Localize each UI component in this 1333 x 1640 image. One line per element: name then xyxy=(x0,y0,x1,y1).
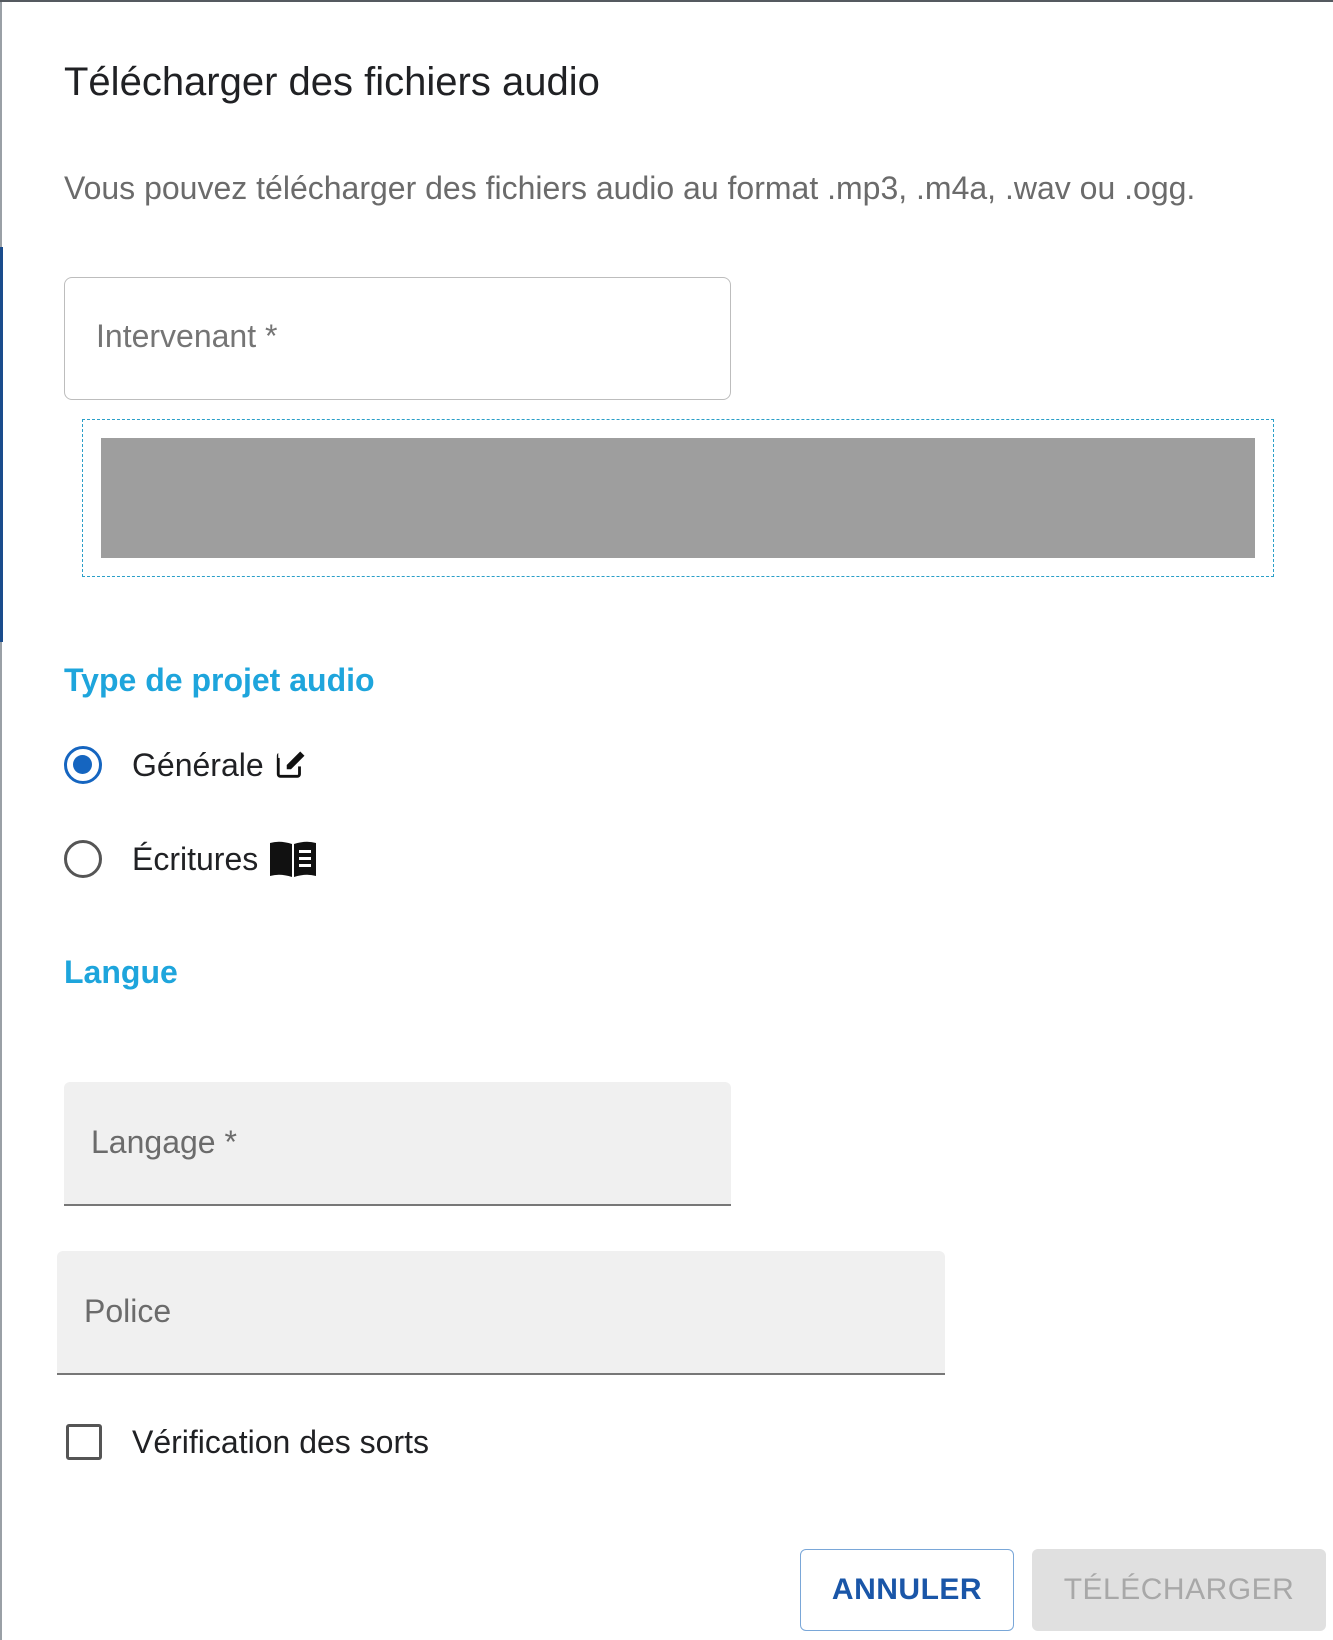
project-type-heading: Type de projet audio xyxy=(64,662,375,698)
radio-scriptures-label: Écritures xyxy=(132,840,259,877)
book-icon xyxy=(268,840,318,878)
dropzone-content xyxy=(101,438,1255,558)
font-select-label: Police xyxy=(84,1293,172,1329)
speaker-field-label: Intervenant * xyxy=(96,318,278,354)
left-edge-accent xyxy=(0,247,3,642)
radio-general[interactable] xyxy=(64,746,102,784)
speaker-field[interactable]: Intervenant * xyxy=(64,277,731,400)
radio-option-scriptures[interactable]: Écritures xyxy=(64,834,318,884)
edit-icon xyxy=(274,748,308,782)
language-heading: Langue xyxy=(64,954,178,990)
radio-option-general[interactable]: Générale xyxy=(64,740,308,790)
dialog-title: Télécharger des fichiers audio xyxy=(64,60,600,104)
dialog-description: Vous pouvez télécharger des fichiers aud… xyxy=(64,170,1196,206)
radio-scriptures[interactable] xyxy=(64,840,102,878)
file-dropzone[interactable] xyxy=(82,419,1274,577)
spell-check-option[interactable]: Vérification des sorts xyxy=(66,1417,429,1467)
upload-dialog: Télécharger des fichiers audio Vous pouv… xyxy=(0,0,1333,1640)
language-select-label: Langage * xyxy=(91,1124,237,1160)
language-select[interactable]: Langage * xyxy=(64,1082,731,1206)
upload-button[interactable]: TÉLÉCHARGER xyxy=(1032,1549,1326,1631)
font-select[interactable]: Police xyxy=(57,1251,945,1375)
spell-check-label: Vérification des sorts xyxy=(132,1423,430,1460)
spell-check-checkbox[interactable] xyxy=(66,1424,102,1460)
cancel-button[interactable]: ANNULER xyxy=(800,1549,1014,1631)
radio-general-label: Générale xyxy=(132,746,264,783)
